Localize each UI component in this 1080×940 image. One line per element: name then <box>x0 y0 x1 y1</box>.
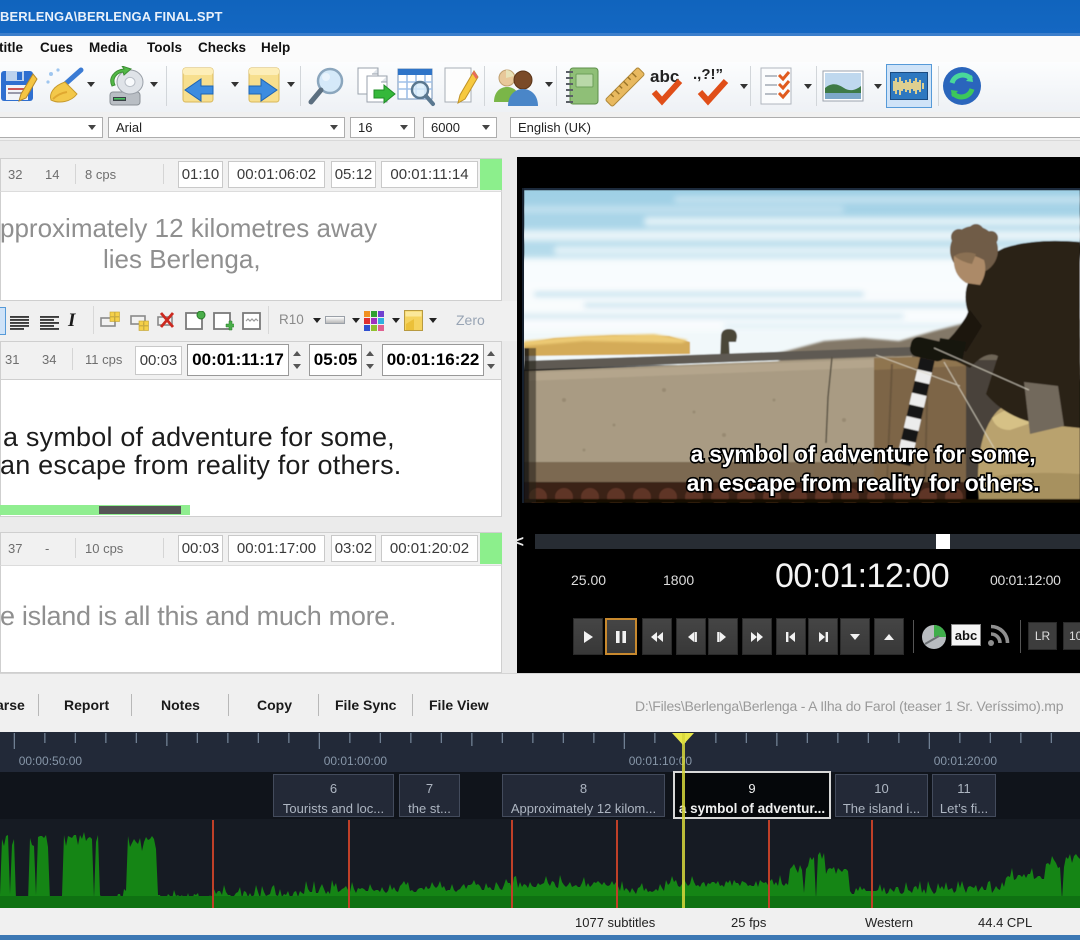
svg-text:00:01:20:00: 00:01:20:00 <box>934 754 998 768</box>
svg-text:00:00:50:00: 00:00:50:00 <box>19 754 83 768</box>
svg-text:00:01:00:00: 00:01:00:00 <box>324 754 388 768</box>
